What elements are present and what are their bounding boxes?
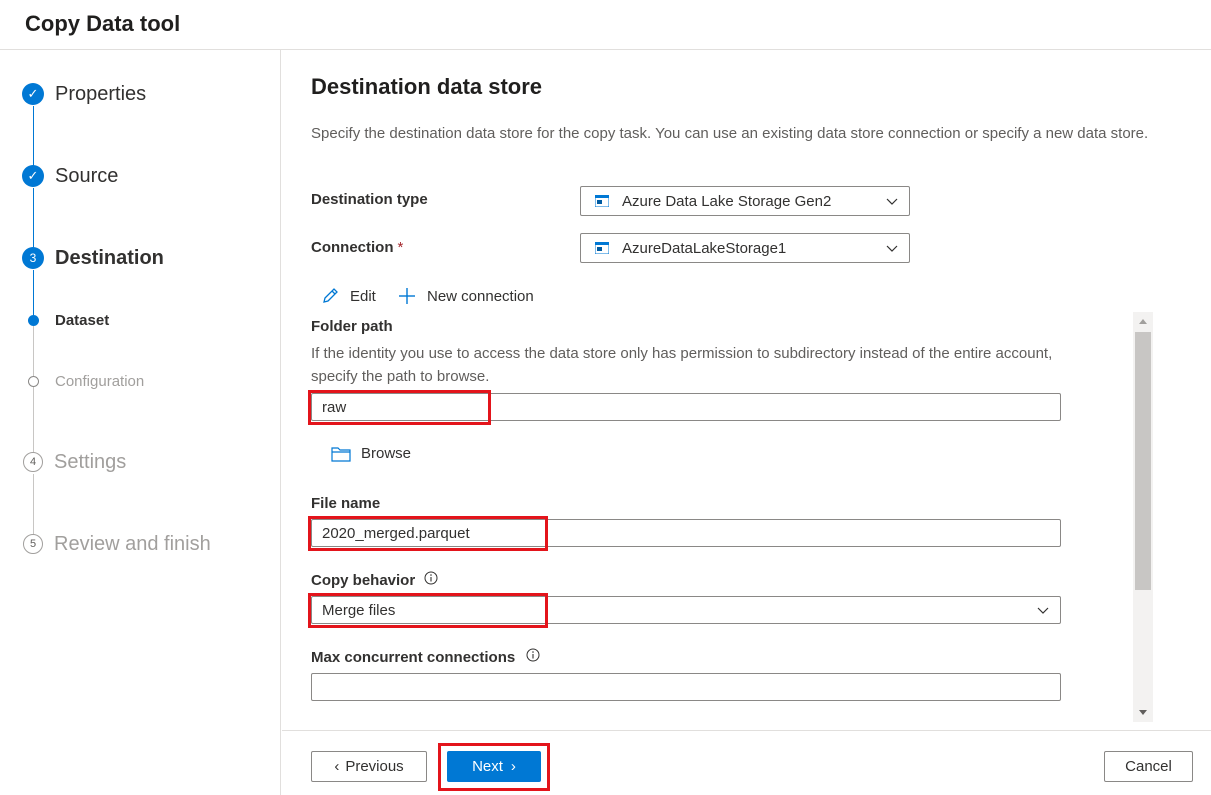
cancel-label: Cancel (1125, 758, 1172, 775)
plus-icon (399, 288, 415, 304)
step-label: Settings (54, 450, 127, 473)
substep-label: Dataset (55, 311, 110, 329)
form-scroll-area: Folder path If the identity you use to a… (282, 312, 1211, 722)
new-connection-button[interactable]: New connection (397, 286, 534, 306)
dropdown-value: Azure Data Lake Storage Gen2 (622, 192, 832, 210)
substep-configuration[interactable]: Configuration (28, 371, 144, 391)
step-properties[interactable]: ✓ Properties (22, 82, 146, 106)
folder-path-label: Folder path (311, 318, 393, 335)
step-settings[interactable]: 4 Settings (22, 450, 126, 474)
step-label: Properties (55, 82, 147, 105)
pencil-icon (323, 288, 338, 303)
step-label: Destination (55, 246, 164, 269)
new-connection-label: New connection (427, 287, 534, 305)
substep-label: Configuration (55, 372, 145, 390)
max-connections-label: Max concurrent connections (311, 649, 516, 666)
chevron-down-icon (886, 245, 898, 252)
folder-icon (331, 446, 351, 462)
input-value: 2020_merged.parquet (322, 524, 470, 542)
title-bar: Copy Data tool (0, 0, 1211, 50)
destination-type-dropdown[interactable]: Azure Data Lake Storage Gen2 (580, 186, 910, 216)
dropdown-value: Merge files (322, 601, 396, 619)
previous-label: Previous (345, 758, 404, 775)
step-number: 3 (22, 247, 44, 269)
substep-dataset[interactable]: Dataset (28, 310, 109, 330)
storage-icon (595, 242, 609, 254)
form-scrollbar[interactable] (1133, 312, 1153, 722)
input-value: raw (322, 398, 347, 416)
step-number: 4 (23, 452, 43, 472)
step-label: Source (55, 164, 119, 187)
check-icon: ✓ (22, 83, 44, 105)
copy-behavior-label: Copy behavior (311, 572, 416, 589)
cancel-button[interactable]: Cancel (1104, 751, 1193, 782)
connection-label-text: Connection (311, 239, 394, 256)
pending-dot-icon (28, 375, 39, 387)
next-button[interactable]: Next › (447, 751, 541, 782)
chevron-down-icon (1037, 607, 1049, 614)
required-marker: * (397, 239, 404, 256)
chevron-down-icon (886, 198, 898, 205)
max-connections-input[interactable] (311, 673, 1061, 701)
step-source[interactable]: ✓ Source (22, 164, 118, 188)
step-destination[interactable]: 3 Destination (22, 246, 164, 270)
scroll-down-arrow-icon[interactable] (1139, 710, 1147, 715)
connection-label: Connection * (311, 239, 403, 256)
check-icon: ✓ (22, 165, 44, 187)
scroll-up-arrow-icon[interactable] (1139, 319, 1147, 324)
scroll-thumb[interactable] (1135, 332, 1151, 590)
browse-label: Browse (361, 445, 412, 462)
destination-type-label: Destination type (311, 191, 428, 208)
edit-button[interactable]: Edit (320, 286, 376, 306)
step-connector (33, 270, 34, 315)
page-description: Specify the destination data store for t… (311, 125, 1149, 142)
file-name-label: File name (311, 495, 381, 512)
next-label: Next (472, 758, 503, 775)
chevron-right-icon: › (510, 758, 516, 775)
connection-dropdown[interactable]: AzureDataLakeStorage1 (580, 233, 910, 263)
step-number: 5 (23, 534, 43, 554)
step-label: Review and finish (54, 532, 211, 555)
folder-path-help: If the identity you use to access the da… (311, 345, 1053, 385)
info-icon[interactable] (526, 648, 540, 662)
wizard-steps: ✓ Properties ✓ Source 3 Destination Data… (0, 50, 281, 795)
info-icon[interactable] (424, 571, 438, 585)
edit-label: Edit (350, 287, 376, 305)
main-panel: Destination data store Specify the desti… (282, 50, 1211, 730)
folder-path-input[interactable]: raw (311, 393, 1061, 421)
chevron-left-icon: ‹ (334, 758, 340, 775)
footer: ‹ Previous Next › Cancel (282, 730, 1211, 795)
file-name-input[interactable]: 2020_merged.parquet (311, 519, 1061, 547)
step-review-and-finish[interactable]: 5 Review and finish (22, 532, 211, 556)
browse-button[interactable]: Browse (331, 445, 411, 462)
page-title: Destination data store (311, 74, 543, 99)
copy-behavior-dropdown[interactable]: Merge files (311, 596, 1061, 624)
dropdown-value: AzureDataLakeStorage1 (622, 239, 787, 257)
app-title: Copy Data tool (25, 11, 181, 36)
storage-icon (595, 195, 609, 207)
current-dot-icon (28, 314, 39, 326)
previous-button[interactable]: ‹ Previous (311, 751, 427, 782)
